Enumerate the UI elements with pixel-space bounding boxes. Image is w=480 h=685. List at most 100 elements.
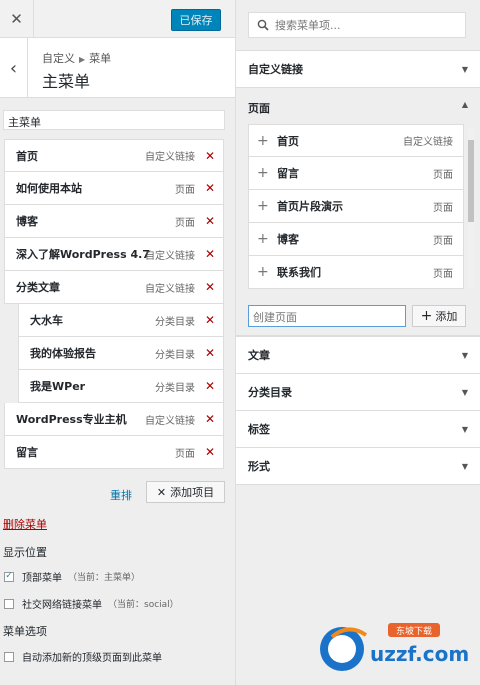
menu-subitem[interactable]: 我是WPer 分类目录 ✕ bbox=[18, 370, 224, 403]
panel-formats-title: 形式 bbox=[248, 460, 270, 473]
menu-name-input[interactable]: 主菜单 bbox=[3, 110, 225, 130]
locations-title: 显示位置 bbox=[3, 546, 47, 559]
panel-tags-title: 标签 bbox=[248, 423, 270, 436]
menu-item-type: 页面 bbox=[175, 184, 195, 196]
chevron-down-icon: ▼ bbox=[461, 461, 468, 471]
auto-add-label: 自动添加新的顶级页面到此菜单 bbox=[22, 653, 162, 664]
panel-formats[interactable]: 形式 ▼ bbox=[236, 447, 480, 485]
remove-icon[interactable]: ✕ bbox=[205, 313, 215, 327]
location-social-hint: （当前：social） bbox=[108, 600, 179, 610]
page-item-type: 页面 bbox=[433, 169, 453, 181]
remove-icon[interactable]: ✕ bbox=[205, 280, 215, 294]
page-item[interactable]: + 博客 页面 bbox=[248, 223, 464, 256]
panel-pages-title[interactable]: 页面 bbox=[248, 100, 270, 116]
save-button[interactable]: 已保存 bbox=[171, 9, 221, 31]
menu-item-label: 大水车 bbox=[30, 314, 63, 327]
location-social-row[interactable]: 社交网络链接菜单 （当前：social） bbox=[4, 596, 179, 611]
add-page-button[interactable]: + 添加 bbox=[412, 305, 466, 327]
location-primary-checkbox[interactable]: ✓ bbox=[4, 571, 14, 582]
menu-subitem[interactable]: 我的体验报告 分类目录 ✕ bbox=[18, 337, 224, 370]
plus-icon: + bbox=[257, 165, 269, 181]
reorder-link[interactable]: 重排 bbox=[110, 487, 132, 503]
menu-item-label: 我的体验报告 bbox=[30, 347, 96, 360]
menu-item-type: 分类目录 bbox=[155, 349, 195, 361]
scrollbar-thumb[interactable] bbox=[468, 140, 474, 222]
remove-icon[interactable]: ✕ bbox=[205, 181, 215, 195]
remove-icon[interactable]: ✕ bbox=[205, 445, 215, 459]
plus-icon: + bbox=[257, 264, 269, 280]
customizer-sidebar: ✕ 已保存 ‹ 自定义 ▶ 菜单 主菜单 主菜单 首页 自定义链接 ✕ 如何使用本站… bbox=[0, 0, 236, 685]
search-placeholder: 搜索菜单项... bbox=[275, 19, 341, 32]
page-item[interactable]: + 联系我们 页面 bbox=[248, 256, 464, 289]
menu-item-type: 自定义链接 bbox=[145, 283, 195, 295]
chevron-down-icon: ▼ bbox=[461, 64, 468, 74]
add-items-button[interactable]: ✕ 添加项目 bbox=[146, 481, 225, 503]
menu-item-label: 分类文章 bbox=[16, 281, 60, 294]
remove-icon[interactable]: ✕ bbox=[205, 214, 215, 228]
panel-posts-title: 文章 bbox=[248, 349, 270, 362]
panel-custom-links[interactable]: 自定义链接 ▼ bbox=[236, 50, 480, 88]
page-item-label: 首页片段演示 bbox=[277, 200, 343, 213]
remove-icon[interactable]: ✕ bbox=[205, 346, 215, 360]
location-primary-row[interactable]: ✓ 顶部菜单 （当前：主菜单） bbox=[4, 569, 140, 584]
new-page-input[interactable]: 创建页面 bbox=[248, 305, 406, 327]
delete-menu-link[interactable]: 删除菜单 bbox=[3, 516, 47, 532]
panel-pages: 页面 ▲ + 首页 自定义链接 + 留言 页面 + 首页片段演示 页面 + 博客… bbox=[236, 88, 480, 336]
page-item[interactable]: + 首页 自定义链接 bbox=[248, 124, 464, 157]
close-icon[interactable]: ✕ bbox=[0, 0, 34, 38]
search-input[interactable]: 搜索菜单项... bbox=[248, 12, 466, 38]
pages-scrollbar[interactable] bbox=[468, 128, 474, 288]
menu-item-label: 如何使用本站 bbox=[16, 182, 82, 195]
menu-item[interactable]: 首页 自定义链接 ✕ bbox=[4, 139, 224, 172]
close-icon: ✕ bbox=[156, 485, 167, 499]
watermark-badge: 东坡下载 bbox=[396, 625, 432, 637]
menu-item-type: 自定义链接 bbox=[145, 250, 195, 262]
remove-icon[interactable]: ✕ bbox=[205, 149, 215, 163]
panel-categories-title: 分类目录 bbox=[248, 386, 292, 399]
auto-add-checkbox[interactable] bbox=[4, 651, 14, 662]
menu-items-list: 首页 自定义链接 ✕ 如何使用本站 页面 ✕ 博客 页面 ✕ 深入了解WordP… bbox=[4, 139, 224, 469]
options-title: 菜单选项 bbox=[3, 625, 47, 638]
page-item-type: 自定义链接 bbox=[403, 137, 453, 148]
menu-item[interactable]: 如何使用本站 页面 ✕ bbox=[4, 172, 224, 205]
location-primary-label: 顶部菜单 bbox=[22, 573, 62, 584]
menu-item-type: 分类目录 bbox=[155, 316, 195, 328]
page-item-label: 联系我们 bbox=[277, 266, 321, 279]
menu-item[interactable]: 分类文章 自定义链接 ✕ bbox=[4, 271, 224, 304]
breadcrumb-separator-icon: ▶ bbox=[79, 55, 86, 64]
remove-icon[interactable]: ✕ bbox=[205, 247, 215, 261]
chevron-up-icon[interactable]: ▲ bbox=[462, 100, 468, 109]
menu-item[interactable]: 留言 页面 ✕ bbox=[4, 436, 224, 469]
page-item[interactable]: + 留言 页面 bbox=[248, 157, 464, 190]
menu-item[interactable]: 深入了解WordPress 4.7 自定义链接 ✕ bbox=[4, 238, 224, 271]
breadcrumb-parent: 自定义 bbox=[42, 52, 75, 65]
add-items-label: 添加项目 bbox=[170, 486, 215, 499]
page-item-label: 留言 bbox=[277, 167, 299, 180]
remove-icon[interactable]: ✕ bbox=[205, 412, 215, 426]
plus-icon: + bbox=[420, 308, 433, 324]
back-icon[interactable]: ‹ bbox=[0, 38, 28, 98]
menu-item-type: 自定义链接 bbox=[145, 152, 195, 163]
panel-posts[interactable]: 文章 ▼ bbox=[236, 336, 480, 374]
page-item[interactable]: + 首页片段演示 页面 bbox=[248, 190, 464, 223]
page-item-label: 博客 bbox=[277, 233, 299, 246]
menu-subitem[interactable]: 大水车 分类目录 ✕ bbox=[18, 304, 224, 337]
menu-item[interactable]: WordPress专业主机 自定义链接 ✕ bbox=[4, 403, 224, 436]
plus-icon: + bbox=[257, 198, 269, 214]
panel-header: ‹ 自定义 ▶ 菜单 主菜单 bbox=[0, 38, 235, 98]
remove-icon[interactable]: ✕ bbox=[205, 379, 215, 393]
menu-item-type: 页面 bbox=[175, 217, 195, 229]
location-social-checkbox[interactable] bbox=[4, 598, 14, 609]
panel-categories[interactable]: 分类目录 ▼ bbox=[236, 373, 480, 411]
chevron-down-icon: ▼ bbox=[461, 350, 468, 360]
customizer-header: ✕ 已保存 bbox=[0, 0, 235, 38]
page-item-label: 首页 bbox=[277, 134, 299, 148]
auto-add-row[interactable]: 自动添加新的顶级页面到此菜单 bbox=[4, 649, 162, 664]
menu-item-label: 留言 bbox=[16, 446, 38, 459]
plus-icon: + bbox=[257, 231, 269, 247]
menu-item-label: 博客 bbox=[16, 215, 38, 228]
watermark-logo: 东坡下载 uzzf.com bbox=[320, 623, 469, 671]
menu-item[interactable]: 博客 页面 ✕ bbox=[4, 205, 224, 238]
page-item-type: 页面 bbox=[433, 202, 453, 214]
panel-tags[interactable]: 标签 ▼ bbox=[236, 410, 480, 448]
